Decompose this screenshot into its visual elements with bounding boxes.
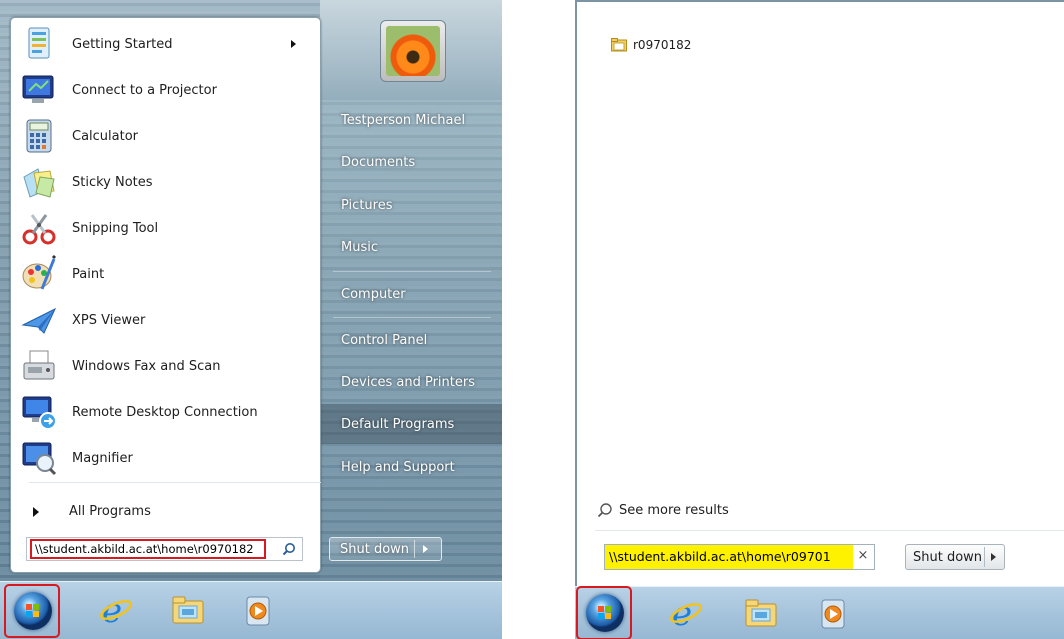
link-computer[interactable]: Computer [321,274,502,314]
internet-explorer-icon[interactable]: e [668,595,704,631]
program-label: Magnifier [72,450,133,466]
program-label: Remote Desktop Connection [72,404,258,420]
xps-viewer-icon [20,301,58,339]
start-button[interactable] [4,584,60,638]
divider [29,482,321,483]
search-input[interactable]: \\student.akbild.ac.at\home\r09701 × [604,544,875,570]
link-default-programs[interactable]: Default Programs [321,404,502,444]
link-pictures[interactable]: Pictures [321,185,502,225]
start-orb-icon [586,594,624,632]
program-label: Calculator [72,128,139,144]
divider [984,547,985,567]
user-picture[interactable] [380,20,446,82]
program-label: Sticky Notes [72,174,153,190]
divider [333,271,491,272]
clear-search-icon[interactable]: × [857,549,869,562]
program-item-calculator[interactable]: Calculator [16,114,312,158]
start-menu-right: r0970182 See more results \\student.akbi… [575,0,1064,639]
search-input-value[interactable]: \\student.akbild.ac.at\home\r09701 [605,545,853,569]
program-label: Connect to a Projector [72,82,217,98]
arrow-right-icon [33,506,39,517]
shutdown-button[interactable]: Shut down [905,544,1005,570]
start-menu-right-column: Testperson Michael Documents Pictures Mu… [321,0,502,580]
taskbar: e [575,586,1064,639]
program-item-paint[interactable]: Paint [16,252,312,296]
search-input[interactable]: \\student.akbild.ac.at\home\r0970182 [26,537,303,561]
shutdown-button[interactable]: Shut down [329,537,442,561]
media-player-icon[interactable] [816,597,852,633]
program-item-magnifier[interactable]: Magnifier [16,436,312,480]
flower-avatar-icon [386,26,440,76]
search-icon [597,503,612,518]
result-label: r0970182 [633,38,692,52]
start-button[interactable] [576,586,632,639]
program-list: Getting Started Connect to a Projector C… [10,17,321,573]
media-player-icon[interactable] [241,594,277,630]
sticky-notes-icon [20,163,58,201]
program-label: XPS Viewer [72,312,146,328]
link-music[interactable]: Music [321,227,502,267]
start-orb-icon [14,592,52,630]
search-icon[interactable] [282,542,296,556]
remote-desktop-icon [20,393,58,431]
program-item-xps-viewer[interactable]: XPS Viewer [16,298,312,342]
link-documents[interactable]: Documents [321,142,502,182]
calculator-icon [20,117,58,155]
magnifier-icon [20,439,58,477]
divider [414,540,415,558]
program-label: Windows Fax and Scan [72,358,221,374]
all-programs-button[interactable]: All Programs [33,504,151,519]
paint-icon [20,254,58,293]
search-input-value[interactable]: \\student.akbild.ac.at\home\r0970182 [30,539,266,559]
divider [333,317,491,318]
snipping-tool-icon [20,209,58,247]
link-devices-printers[interactable]: Devices and Printers [321,362,502,402]
program-item-fax-scan[interactable]: Windows Fax and Scan [16,344,312,388]
user-name-link[interactable]: Testperson Michael [321,100,502,140]
program-label: Getting Started [72,36,173,52]
see-more-results-link[interactable]: See more results [597,502,729,518]
program-item-projector[interactable]: Connect to a Projector [16,68,312,112]
shutdown-options-icon[interactable] [991,553,996,561]
program-item-sticky-notes[interactable]: Sticky Notes [16,160,312,204]
program-label: Paint [72,266,105,282]
program-label: Snipping Tool [72,220,159,236]
shutdown-label: Shut down [340,541,410,557]
search-result-folder[interactable]: r0970182 [611,38,691,52]
search-results-list: r0970182 See more results \\student.akbi… [575,0,1064,586]
shutdown-options-icon[interactable] [423,545,428,553]
program-item-getting-started[interactable]: Getting Started [16,22,312,66]
projector-icon [20,71,58,109]
internet-explorer-icon[interactable]: e [98,592,134,628]
see-more-label: See more results [619,502,729,518]
windows-explorer-icon[interactable] [743,595,779,631]
divider [595,530,1064,531]
submenu-arrow-icon[interactable] [291,40,296,48]
taskbar: e [0,581,502,639]
link-control-panel[interactable]: Control Panel [321,320,502,360]
program-item-remote-desktop[interactable]: Remote Desktop Connection [16,390,312,434]
fax-scan-icon [20,347,58,385]
program-item-snipping-tool[interactable]: Snipping Tool [16,206,312,250]
windows-explorer-icon[interactable] [170,592,206,628]
folder-icon [611,38,627,52]
getting-started-icon [20,25,58,63]
shutdown-label: Shut down [913,549,983,565]
start-menu-left: Getting Started Connect to a Projector C… [0,0,502,639]
all-programs-label: All Programs [69,504,151,519]
link-help-support[interactable]: Help and Support [321,447,502,487]
